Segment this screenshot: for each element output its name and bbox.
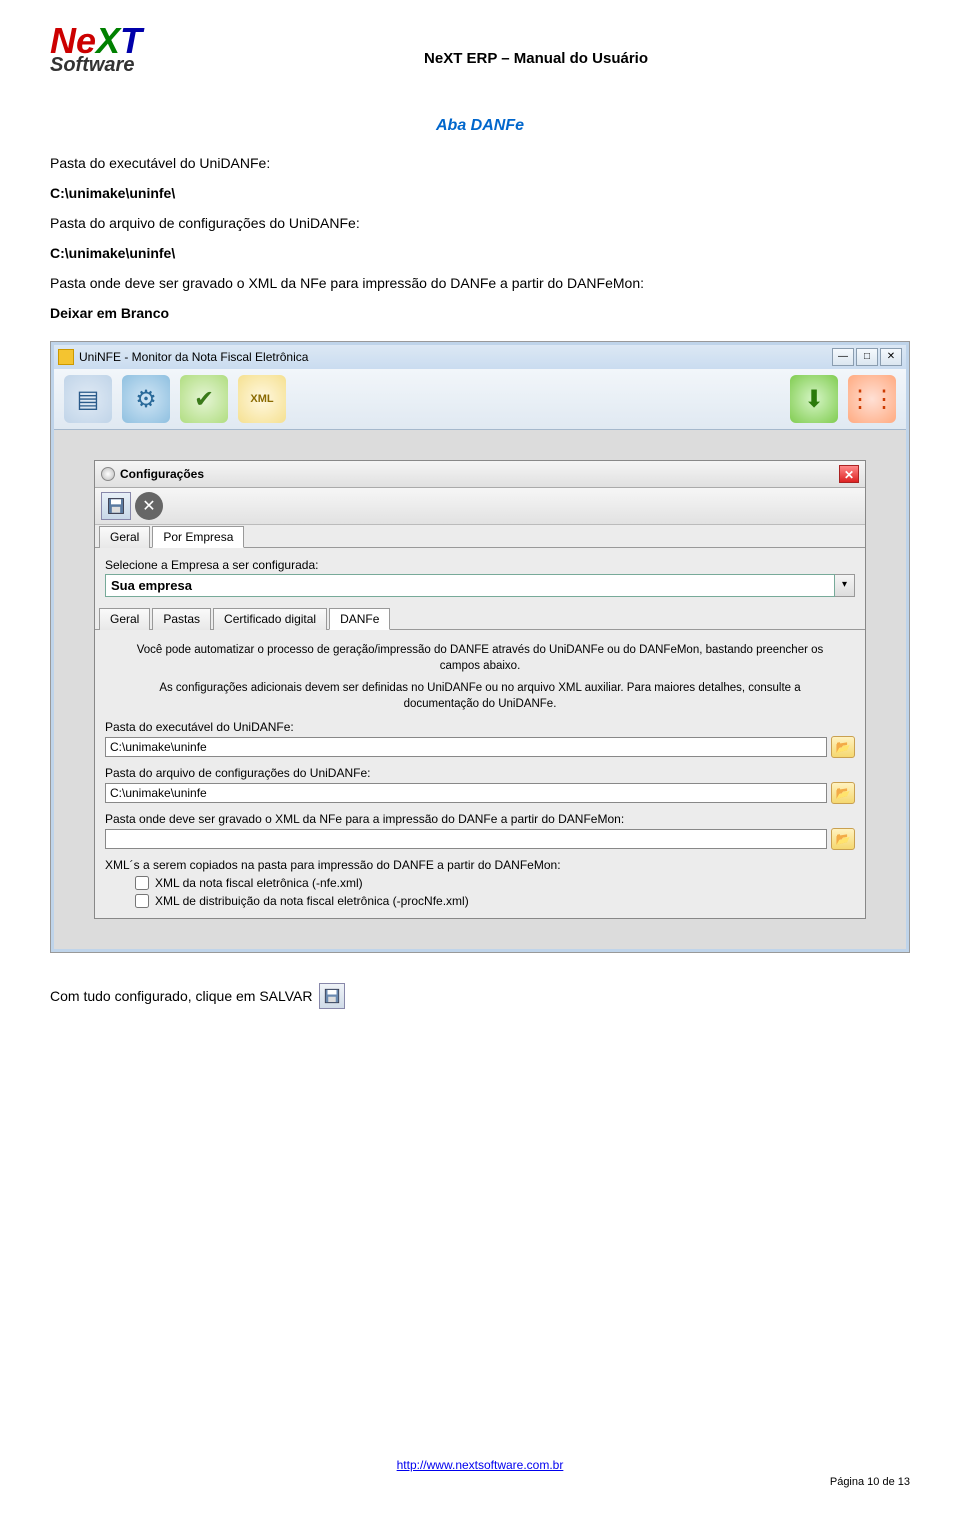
checkbox-section-label: XML´s a serem copiados na pasta para imp… [105, 858, 855, 872]
app-icon [58, 349, 74, 365]
download-icon[interactable]: ⬇ [790, 375, 838, 423]
pasta-config-input[interactable] [105, 783, 827, 803]
app-title: UniNFE - Monitor da Nota Fiscal Eletrôni… [79, 350, 308, 364]
close-button[interactable]: ✕ [880, 348, 902, 366]
checkbox-nfe-xml[interactable] [135, 876, 149, 890]
gear-icon[interactable]: ⚙ [122, 375, 170, 423]
tab-geral[interactable]: Geral [99, 526, 150, 548]
field1-value: C:\unimake\uninfe\ [50, 185, 910, 201]
info-text-2: As configurações adicionais devem ser de… [125, 680, 835, 712]
field2-label: Pasta do arquivo de configurações do Uni… [50, 215, 910, 231]
chevron-down-icon[interactable]: ▾ [835, 574, 855, 597]
info-text-1: Você pode automatizar o processo de gera… [125, 642, 835, 674]
footer-link[interactable]: http://www.nextsoftware.com.br [397, 1458, 564, 1472]
pasta-xml-input[interactable] [105, 829, 827, 849]
floppy-icon [106, 496, 126, 516]
empresa-combo[interactable] [105, 574, 835, 597]
tab-por-empresa[interactable]: Por Empresa [152, 526, 244, 548]
config-close-button[interactable]: ✕ [839, 465, 859, 483]
page-number: Página 10 de 13 [50, 1476, 910, 1488]
floppy-icon [319, 983, 345, 1009]
logo: NeXT Software [50, 20, 142, 77]
field3-value: Deixar em Branco [50, 305, 910, 321]
check-icon[interactable]: ✔ [180, 375, 228, 423]
browse-button-2[interactable]: 📂 [831, 782, 855, 804]
field1-app-label: Pasta do executável do UniDANFe: [105, 720, 855, 734]
subtab-certificado[interactable]: Certificado digital [213, 608, 327, 630]
after-text: Com tudo configurado, clique em SALVAR [50, 988, 313, 1004]
field3-app-label: Pasta onde deve ser gravado o XML da NFe… [105, 812, 855, 826]
field3-label: Pasta onde deve ser gravado o XML da NFe… [50, 275, 910, 291]
minimize-button[interactable]: — [832, 348, 854, 366]
app-titlebar: UniNFE - Monitor da Nota Fiscal Eletrôni… [54, 345, 906, 369]
list-icon[interactable]: ▤ [64, 375, 112, 423]
network-icon[interactable]: ⋮⋮ [848, 375, 896, 423]
field1-label: Pasta do executável do UniDANFe: [50, 155, 910, 171]
checkbox-nfe-label: XML da nota fiscal eletrônica (-nfe.xml) [155, 876, 363, 890]
subtab-geral[interactable]: Geral [99, 608, 150, 630]
browse-button-3[interactable]: 📂 [831, 828, 855, 850]
checkbox-procnfe-label: XML de distribuição da nota fiscal eletr… [155, 894, 469, 908]
checkbox-procnfe-xml[interactable] [135, 894, 149, 908]
xml-icon[interactable]: XML [238, 375, 286, 423]
config-title: Configurações [120, 467, 204, 481]
main-toolbar: ▤ ⚙ ✔ XML ⬇ ⋮⋮ [54, 369, 906, 430]
document-title: NeXT ERP – Manual do Usuário [162, 50, 910, 67]
config-window-icon [101, 467, 115, 481]
pasta-executavel-input[interactable] [105, 737, 827, 757]
browse-button-1[interactable]: 📂 [831, 736, 855, 758]
app-screenshot: UniNFE - Monitor da Nota Fiscal Eletrôni… [50, 341, 910, 953]
section-heading: Aba DANFe [50, 117, 910, 135]
field2-value: C:\unimake\uninfe\ [50, 245, 910, 261]
field2-app-label: Pasta do arquivo de configurações do Uni… [105, 766, 855, 780]
select-empresa-label: Selecione a Empresa a ser configurada: [105, 558, 855, 572]
subtab-pastas[interactable]: Pastas [152, 608, 211, 630]
maximize-button[interactable]: □ [856, 348, 878, 366]
cancel-button[interactable]: ✕ [135, 492, 163, 520]
save-button[interactable] [101, 492, 131, 520]
config-window: Configurações ✕ ✕ Geral Por Empresa [94, 460, 866, 919]
subtab-danfe[interactable]: DANFe [329, 608, 390, 630]
